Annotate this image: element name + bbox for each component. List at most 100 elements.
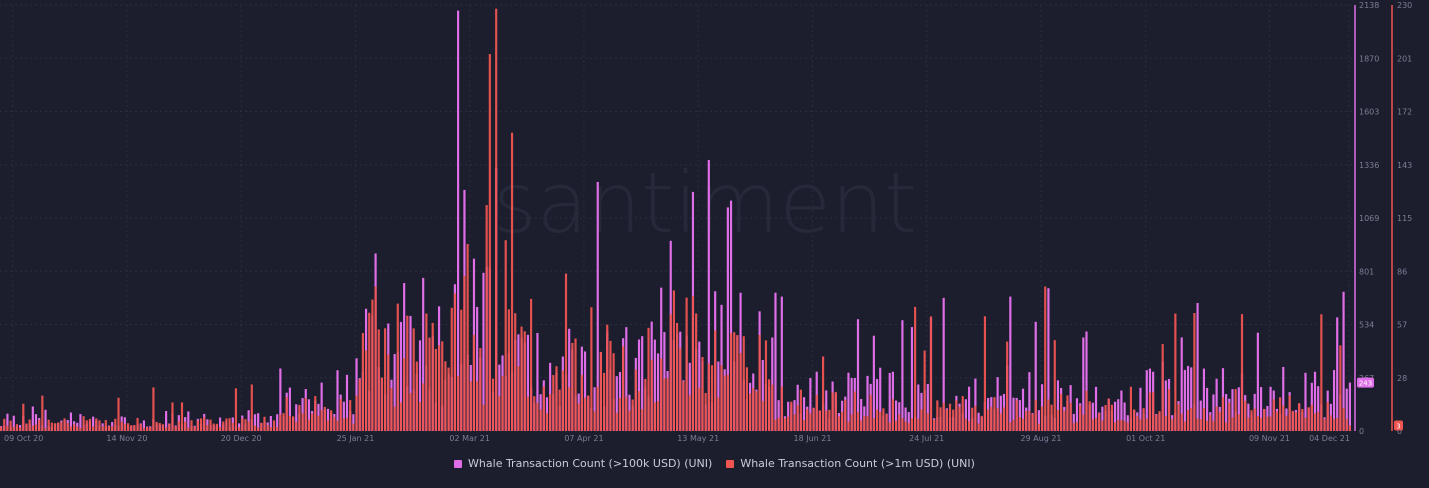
bar-1m — [257, 427, 260, 431]
bar-1m — [682, 381, 685, 431]
bar-1m — [1301, 409, 1304, 431]
bar-1m — [53, 423, 57, 431]
bar-1m — [914, 306, 917, 431]
bar-1m — [834, 391, 837, 431]
bar-1m — [1120, 420, 1123, 431]
y-tick-label-right: 28 — [1397, 374, 1407, 383]
bar-1m — [1171, 419, 1174, 431]
bar-1m — [739, 353, 742, 431]
y-tick-label-right: 143 — [1397, 161, 1412, 170]
bar-1m — [669, 314, 672, 431]
bar-1m — [514, 313, 517, 431]
bar-1m — [1133, 409, 1136, 431]
bar-1m — [111, 426, 114, 431]
bar-1m — [123, 423, 126, 431]
bar-1m — [1329, 415, 1332, 431]
bar-1m — [165, 427, 168, 431]
bar-1m — [1117, 420, 1120, 431]
bar-1m — [1342, 407, 1345, 431]
bar-1m — [1047, 399, 1050, 431]
chart-root: santiment0267534801106913361603187021380… — [0, 0, 1429, 484]
bar-1m — [923, 350, 926, 431]
bar-1m — [526, 396, 530, 431]
bar-1m — [120, 421, 123, 431]
bar-1m — [1263, 408, 1266, 431]
bar-1m — [825, 410, 828, 431]
bar-1m — [199, 418, 203, 431]
bar-1m — [269, 427, 272, 431]
bar-1m — [729, 333, 733, 431]
bar-1m — [599, 351, 603, 431]
bar-1m — [415, 361, 418, 431]
bar-1m — [57, 422, 60, 431]
bar-1m — [437, 345, 441, 431]
bar-1m — [1272, 399, 1275, 431]
bar-1m — [285, 397, 288, 431]
bar-1m — [799, 389, 802, 431]
bar-1m — [967, 421, 971, 431]
bar-1m — [50, 422, 53, 431]
bar-1m — [685, 297, 688, 431]
x-tick-label: 01 Oct 21 — [1126, 434, 1165, 443]
current-value-text-100k: 243 — [1359, 380, 1372, 388]
bar-1m — [1145, 418, 1148, 431]
bar-1m — [793, 414, 796, 431]
y-tick-label-left: 0 — [1359, 427, 1364, 436]
bar-1m — [441, 341, 444, 431]
bar-1m — [628, 410, 631, 431]
bar-1m — [1218, 411, 1221, 431]
bar-1m — [1088, 401, 1091, 431]
bar-1m — [263, 416, 266, 431]
bar-1m — [177, 420, 180, 431]
bar-1m — [1206, 420, 1209, 431]
bar-1m — [282, 413, 285, 431]
bar-1m — [745, 367, 748, 431]
bar-1m — [44, 428, 47, 431]
bar-1m — [1161, 344, 1164, 431]
bar-1m — [856, 412, 860, 431]
y-tick-label-right: 115 — [1397, 214, 1412, 223]
bar-1m — [955, 400, 958, 431]
bar-1m — [809, 413, 812, 431]
legend-label-100k: Whale Transaction Count (>100k USD) (UNI… — [468, 457, 713, 470]
bar-1m — [1288, 395, 1291, 431]
bar-1m — [590, 307, 593, 431]
bar-1m — [577, 403, 580, 431]
bar-1m — [901, 418, 904, 431]
bar-1m — [434, 348, 437, 431]
bar-1m — [714, 330, 717, 431]
bar-1m — [1225, 422, 1228, 431]
bar-1m — [323, 406, 326, 431]
bar-1m — [549, 394, 552, 431]
bar-1m — [644, 378, 647, 431]
bar-1m — [250, 384, 253, 431]
bar-1m — [279, 414, 282, 431]
bar-1m — [238, 427, 241, 431]
bar-1m — [253, 425, 257, 431]
bar-1m — [161, 424, 165, 431]
bar-1m — [476, 381, 479, 431]
bar-1m — [812, 407, 815, 431]
bar-100k — [1348, 382, 1351, 431]
bar-1m — [425, 313, 428, 431]
bar-1m — [520, 326, 523, 431]
bar-1m — [790, 401, 793, 431]
bar-1m — [1164, 416, 1167, 431]
legend-item-1m[interactable]: Whale Transaction Count (>1m USD) (UNI) — [726, 457, 975, 470]
bar-1m — [704, 392, 707, 431]
bar-1m — [761, 401, 764, 431]
bar-1m — [545, 413, 549, 431]
bar-1m — [272, 420, 276, 431]
bar-1m — [552, 375, 555, 431]
bar-1m — [996, 408, 999, 431]
legend-item-100k[interactable]: Whale Transaction Count (>100k USD) (UNI… — [454, 457, 712, 470]
bar-1m — [9, 420, 12, 431]
bar-1m — [726, 374, 729, 431]
bar-1m — [63, 418, 66, 431]
bar-1m — [69, 426, 72, 431]
bar-1m — [910, 418, 914, 431]
bar-1m — [561, 370, 564, 431]
bar-1m — [174, 426, 177, 431]
bar-1m — [361, 333, 364, 431]
bar-1m — [498, 396, 501, 431]
